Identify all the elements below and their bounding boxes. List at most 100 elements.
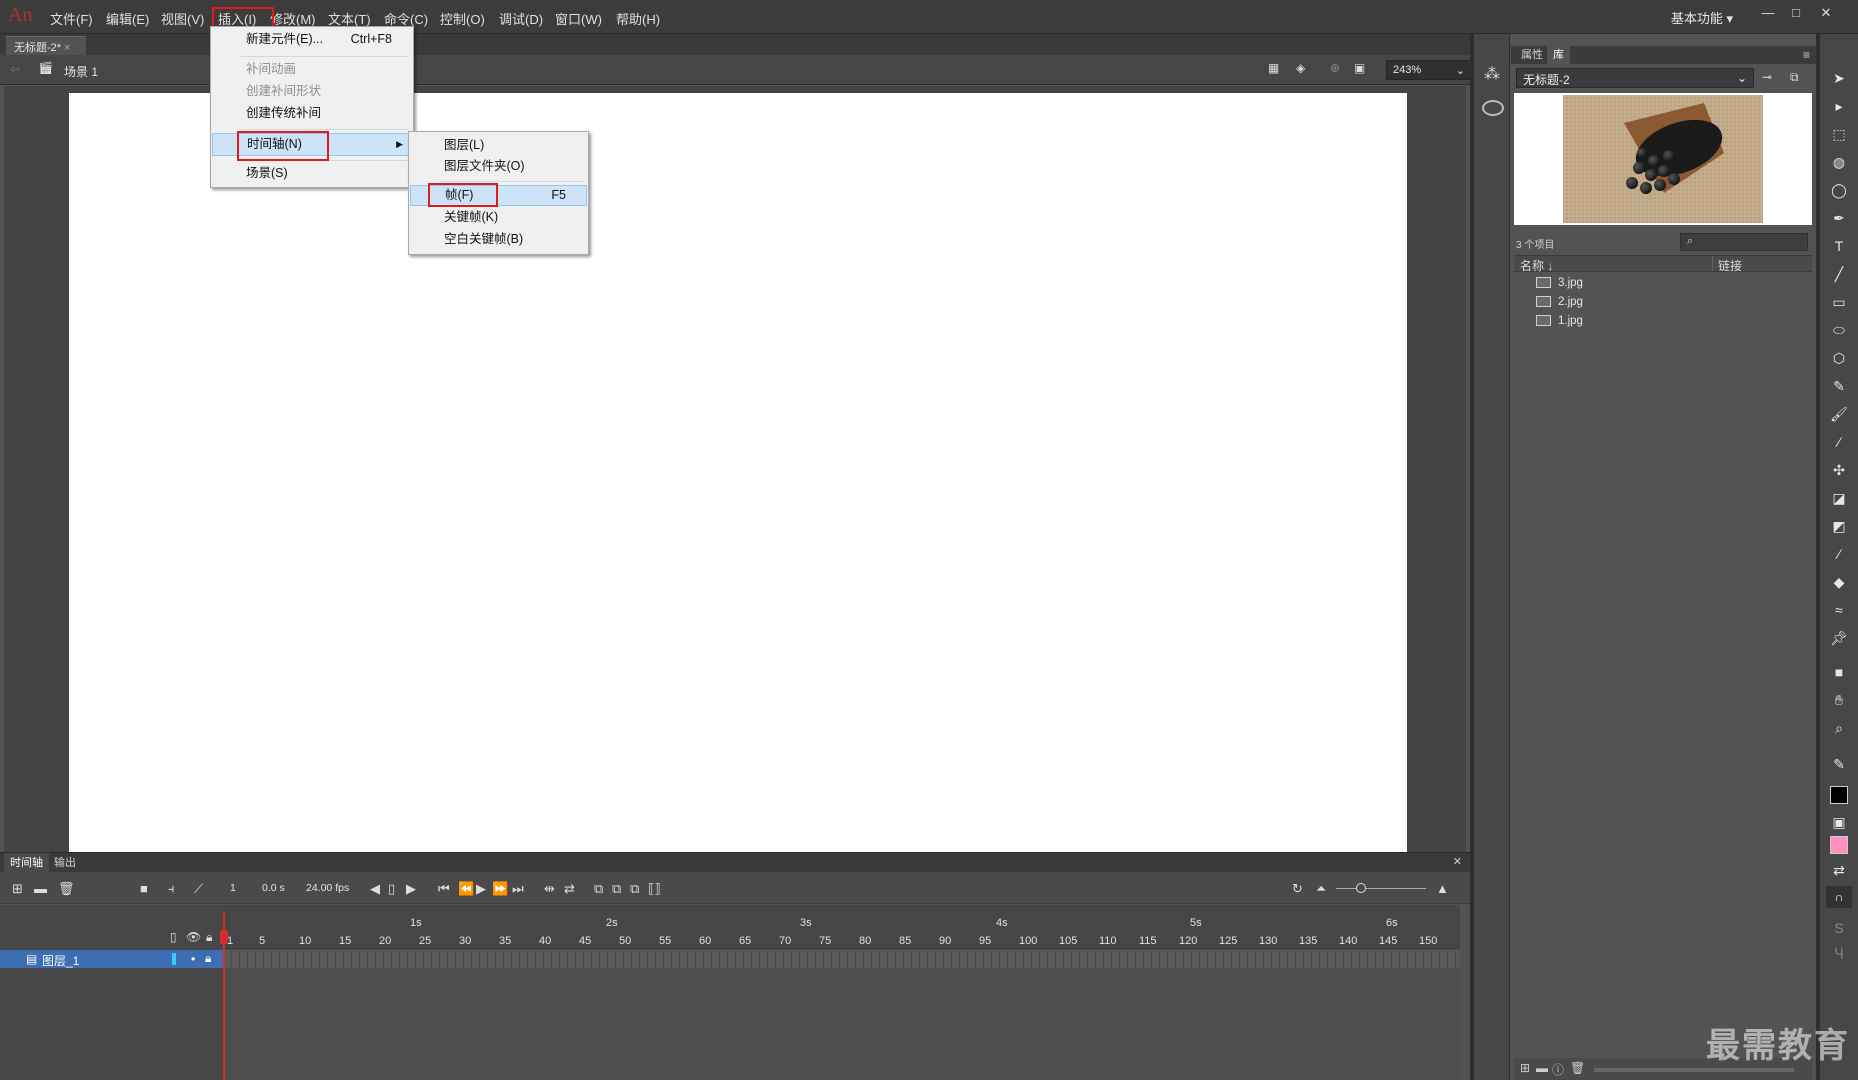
show-all-icon[interactable]: 👁︎: [186, 930, 201, 944]
loop-icon[interactable]: ⇄: [564, 881, 575, 897]
menu-9[interactable]: 窗口(W): [555, 9, 602, 28]
ink-bottle-icon[interactable]: ◩: [1829, 516, 1849, 536]
timeline-zoom-slider[interactable]: [1336, 888, 1426, 889]
new-library-panel-icon[interactable]: ⧉: [1790, 70, 1799, 85]
lasso-tool-icon[interactable]: ◯: [1829, 180, 1849, 200]
outline-all-icon[interactable]: ▯: [170, 930, 177, 944]
menu-blank-keyframe[interactable]: 空白关键帧(B): [410, 229, 587, 250]
onion-skin-icon[interactable]: ⧉: [594, 881, 603, 897]
properties-icon[interactable]: ⓘ: [1552, 1061, 1564, 1078]
lock-icon[interactable]: 🔒︎: [205, 951, 211, 966]
oval-tool-icon[interactable]: ⬭: [1829, 320, 1849, 340]
menu-new-symbol[interactable]: 新建元件(E)... Ctrl+F8: [212, 29, 412, 50]
tab-library[interactable]: 库: [1547, 46, 1570, 64]
rectangle-tool-icon[interactable]: ▭: [1829, 292, 1849, 312]
zoom-select[interactable]: 243% ⌄: [1386, 60, 1472, 80]
minimize-icon[interactable]: —: [1754, 2, 1782, 24]
menu-classic-tween[interactable]: 创建传统补间: [212, 103, 412, 124]
menu-keyframe[interactable]: 关键帧(K): [410, 207, 587, 228]
go-to-first-icon[interactable]: ⏮: [438, 881, 450, 897]
layer-color-marker[interactable]: [172, 953, 176, 965]
prev-keyframe-icon[interactable]: ◀: [370, 881, 380, 897]
line-tool-icon[interactable]: ╱: [1829, 264, 1849, 284]
layer-name[interactable]: 图层_1: [42, 952, 79, 969]
visibility-dot-icon[interactable]: •: [191, 952, 195, 966]
step-back-icon[interactable]: ⏪: [458, 881, 474, 897]
delete-icon[interactable]: 🗑︎: [1570, 1061, 1585, 1075]
column-name[interactable]: 名称 ↓: [1520, 257, 1553, 274]
eyedropper-icon[interactable]: ⁄: [1829, 544, 1849, 564]
maximize-icon[interactable]: □: [1782, 2, 1810, 24]
free-transform-icon[interactable]: ⬚: [1829, 124, 1849, 144]
menu-scene[interactable]: 场景(S): [212, 163, 412, 184]
3d-rotation-icon[interactable]: ◍: [1829, 152, 1849, 172]
cc-libraries-icon[interactable]: [1482, 100, 1504, 116]
width-tool-icon[interactable]: ≈: [1829, 600, 1849, 620]
text-tool-icon[interactable]: T: [1829, 236, 1849, 256]
onion-markers-icon[interactable]: ⟦⟧: [648, 881, 661, 897]
close-icon[interactable]: ✕: [1812, 2, 1840, 24]
stage-canvas[interactable]: [69, 93, 1407, 852]
tab-properties[interactable]: 属性: [1515, 46, 1549, 64]
menu-8[interactable]: 调试(D): [499, 9, 543, 28]
pen-tool-icon[interactable]: ✒: [1829, 208, 1849, 228]
menu-layer-folder[interactable]: 图层文件夹(O): [410, 156, 587, 177]
polystar-tool-icon[interactable]: ⬡: [1829, 348, 1849, 368]
column-linkage[interactable]: 链接: [1718, 257, 1742, 274]
tab-timeline[interactable]: 时间轴: [4, 853, 49, 873]
library-item[interactable]: 1.jpg: [1536, 312, 1583, 330]
zoom-in-icon[interactable]: ▲: [1436, 881, 1449, 896]
current-frame[interactable]: 1: [230, 882, 236, 894]
delete-layer-icon[interactable]: 🗑︎: [58, 881, 75, 897]
stroke-color-swatch[interactable]: [1830, 786, 1848, 804]
new-folder-icon[interactable]: ▬: [34, 881, 47, 896]
lock-all-icon[interactable]: 🔒︎: [206, 930, 212, 945]
swap-colors-icon[interactable]: ⇄: [1829, 860, 1849, 880]
menu-10[interactable]: 帮助(H): [616, 9, 660, 28]
menu-7[interactable]: 控制(O): [440, 9, 485, 28]
step-forward-icon[interactable]: ⏩: [492, 881, 508, 897]
add-keyframe-icon[interactable]: ▯: [388, 881, 395, 897]
zoom-tool-icon[interactable]: ⌕: [1829, 718, 1849, 738]
document-tab[interactable]: 无标题-2* ×: [6, 36, 86, 55]
layer-frames[interactable]: [224, 950, 1460, 968]
frame-rate[interactable]: 24.00 fps: [306, 882, 349, 894]
panel-menu-icon[interactable]: ≡: [1803, 48, 1810, 62]
workspace-switcher[interactable]: 基本功能 ▾: [1671, 8, 1733, 27]
center-stage-icon[interactable]: ⊕: [1330, 61, 1340, 75]
paint-bucket-icon[interactable]: ◪: [1829, 488, 1849, 508]
center-frame-icon[interactable]: ⇹: [544, 881, 555, 897]
library-scrollbar[interactable]: [1594, 1068, 1794, 1072]
menu-1[interactable]: 编辑(E): [106, 9, 149, 28]
brush-tool-icon[interactable]: ⁄: [1829, 432, 1849, 452]
zoom-out-icon[interactable]: ⏶: [1316, 881, 1326, 897]
new-symbol-icon[interactable]: ⊞: [1520, 1061, 1530, 1075]
library-item[interactable]: 3.jpg: [1536, 274, 1583, 292]
edit-multiple-frames-icon[interactable]: ⧉: [630, 881, 639, 897]
library-search-input[interactable]: ⌕: [1680, 233, 1808, 251]
camera-tool-icon[interactable]: ■: [1829, 662, 1849, 682]
menu-0[interactable]: 文件(F): [50, 9, 93, 28]
frame-ruler[interactable]: 1s 2s 3s 4s 5s 6s 1 5 10 15 20 25 30 35 40 45 50 55 60 65 70…: [224, 905, 1460, 949]
edit-symbols-icon[interactable]: ◈: [1296, 61, 1305, 75]
straighten-icon[interactable]: Ⴗ: [1829, 944, 1849, 964]
layer-row[interactable]: ▤ 图层_1 • 🔒︎: [0, 950, 224, 968]
new-layer-icon[interactable]: ⊞: [12, 881, 23, 897]
library-document-select[interactable]: 无标题-2 ⌄: [1516, 68, 1754, 88]
slider-thumb[interactable]: [1356, 883, 1366, 893]
snap-to-objects-icon[interactable]: ∩: [1826, 886, 1852, 908]
asset-warp-icon[interactable]: 📌︎: [1829, 628, 1849, 648]
hand-tool-icon[interactable]: ✋︎: [1829, 690, 1849, 710]
brush-library-icon[interactable]: ⁂: [1484, 64, 1500, 84]
selection-tool-icon[interactable]: ➤: [1829, 68, 1849, 88]
bone-tool-icon[interactable]: ✣: [1829, 460, 1849, 480]
playhead-handle[interactable]: [220, 930, 228, 944]
camera-icon[interactable]: ■: [140, 881, 148, 896]
layer-parenting-icon[interactable]: ⫞: [168, 881, 175, 897]
play-icon[interactable]: ▶: [476, 881, 486, 897]
loop-playback-icon[interactable]: ↻: [1292, 881, 1303, 897]
back-arrow-icon[interactable]: ⇦: [10, 62, 20, 76]
new-folder-icon[interactable]: ▬: [1536, 1061, 1548, 1075]
pin-icon[interactable]: ⊸: [1762, 70, 1772, 84]
edit-scene-icon[interactable]: ▦: [1268, 61, 1279, 75]
